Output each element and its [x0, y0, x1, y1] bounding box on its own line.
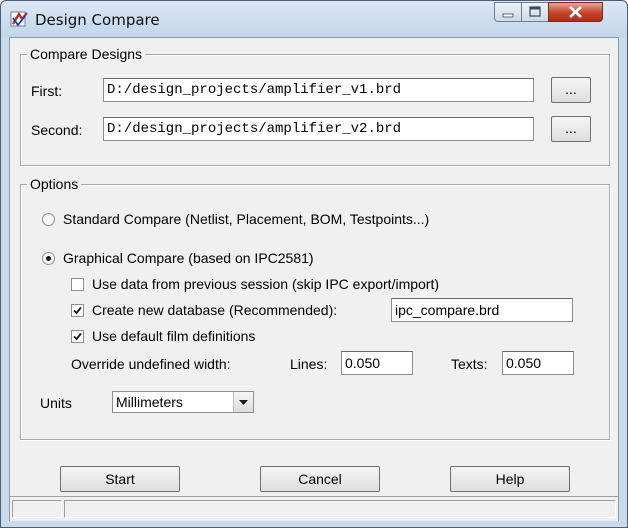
start-button[interactable]: Start	[60, 466, 180, 492]
lines-width-field[interactable]: 0.050	[341, 351, 413, 375]
use-previous-session-checkbox[interactable]	[71, 278, 84, 291]
database-name-field[interactable]: ipc_compare.brd	[391, 298, 573, 322]
create-database-label[interactable]: Create new database (Recommended):	[92, 302, 337, 318]
minimize-icon	[502, 13, 514, 18]
cancel-button[interactable]: Cancel	[260, 466, 380, 492]
options-group: Options Standard Compare (Netlist, Place…	[20, 176, 610, 440]
dropdown-arrow-button[interactable]	[233, 392, 253, 412]
browse-first-button[interactable]: ...	[551, 77, 591, 103]
second-design-field[interactable]: D:/design_projects/amplifier_v2.brd	[103, 117, 534, 141]
window-title: Design Compare	[35, 11, 160, 29]
texts-width-field[interactable]: 0.050	[502, 351, 574, 375]
lines-label: Lines:	[290, 356, 328, 372]
first-design-field[interactable]: D:/design_projects/amplifier_v1.brd	[103, 78, 534, 102]
maximize-button[interactable]	[521, 2, 549, 22]
close-icon	[569, 6, 582, 18]
checkmark-icon	[73, 306, 82, 315]
compare-designs-label: Compare Designs	[27, 46, 146, 62]
app-icon	[10, 11, 28, 27]
use-previous-session-label[interactable]: Use data from previous session (skip IPC…	[92, 276, 439, 292]
override-width-label: Override undefined width:	[71, 356, 231, 372]
browse-second-button[interactable]: ...	[551, 116, 591, 142]
minimize-button[interactable]	[494, 2, 522, 22]
default-film-checkbox[interactable]	[71, 330, 84, 343]
checkmark-icon	[73, 332, 82, 341]
status-pane-main	[64, 500, 616, 518]
radio-selected-dot	[46, 256, 51, 261]
default-film-label[interactable]: Use default film definitions	[92, 328, 255, 344]
design-compare-window: Design Compare Compare Designs First: D:…	[0, 0, 628, 528]
graphical-compare-label[interactable]: Graphical Compare (based on IPC2581)	[63, 250, 314, 266]
options-label: Options	[27, 176, 82, 192]
title-bar[interactable]: Design Compare	[1, 1, 627, 37]
units-selected-value: Millimeters	[116, 394, 183, 410]
help-button[interactable]: Help	[450, 466, 570, 492]
units-dropdown[interactable]: Millimeters	[112, 391, 254, 413]
dialog-client-area: Compare Designs First: D:/design_project…	[9, 37, 619, 521]
second-label: Second:	[31, 122, 83, 138]
first-label: First:	[31, 83, 63, 99]
compare-designs-group: Compare Designs First: D:/design_project…	[20, 46, 610, 166]
units-label: Units	[40, 395, 72, 411]
create-database-checkbox[interactable]	[71, 304, 84, 317]
standard-compare-label[interactable]: Standard Compare (Netlist, Placement, BO…	[63, 211, 429, 227]
chevron-down-icon	[239, 400, 248, 405]
texts-label: Texts:	[451, 356, 488, 372]
status-pane-left	[12, 500, 62, 518]
graphical-compare-radio[interactable]	[42, 252, 55, 265]
close-button[interactable]	[548, 2, 603, 22]
maximize-icon	[529, 6, 541, 17]
status-bar	[10, 496, 618, 521]
standard-compare-radio[interactable]	[42, 213, 55, 226]
